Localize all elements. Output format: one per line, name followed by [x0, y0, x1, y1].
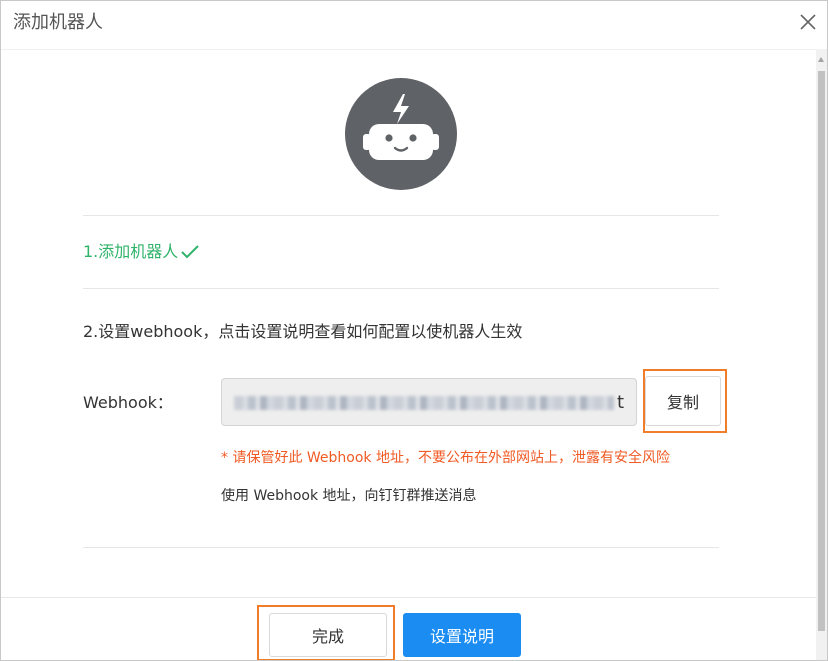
- add-robot-dialog: 添加机器人 1.添加机器人 2.设置webhook，点击设置说明查看如何配置以使…: [0, 0, 828, 661]
- step-1: 1.添加机器人: [83, 241, 200, 263]
- dialog-titlebar: 添加机器人: [1, 1, 827, 49]
- webhook-label: Webhook：: [83, 393, 173, 412]
- usage-hint: 使用 Webhook 地址，向钉钉群推送消息: [221, 488, 477, 504]
- webhook-url-field[interactable]: t: [221, 378, 637, 426]
- robot-avatar: [345, 78, 457, 190]
- robot-icon: [363, 94, 439, 160]
- webhook-url-tail: t: [616, 392, 624, 413]
- check-icon: [181, 245, 199, 259]
- setup-guide-button[interactable]: 设置说明: [403, 613, 521, 657]
- dialog-title: 添加机器人: [13, 12, 103, 33]
- security-warning: * 请保管好此 Webhook 地址，不要公布在外部网站上，泄露有安全风险: [221, 450, 670, 466]
- scroll-up-arrow-icon[interactable]: [818, 57, 824, 62]
- close-button[interactable]: [797, 11, 819, 33]
- copy-button[interactable]: 复制: [645, 376, 721, 426]
- close-icon: [800, 14, 816, 30]
- scrollbar[interactable]: [816, 49, 827, 660]
- scroll-thumb[interactable]: [818, 71, 825, 631]
- step-1-label: 1.添加机器人: [83, 242, 179, 261]
- blurred-webhook-url: [234, 396, 614, 410]
- divider: [83, 547, 719, 548]
- divider: [83, 288, 719, 289]
- dialog-body: 1.添加机器人 2.设置webhook，点击设置说明查看如何配置以使机器人生效 …: [1, 49, 816, 598]
- done-button[interactable]: 完成: [269, 613, 387, 657]
- step-2: 2.设置webhook，点击设置说明查看如何配置以使机器人生效: [83, 322, 523, 341]
- divider: [83, 215, 719, 216]
